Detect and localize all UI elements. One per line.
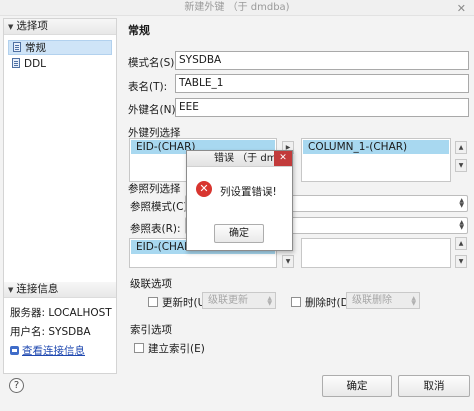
dialog-title: 错误 （于 dm bbox=[214, 153, 277, 164]
main-panel: 常规 模式名(S): SYSDBA 表名(T): TABLE_1 外键名(N):… bbox=[121, 18, 471, 374]
fk-target-columns-list[interactable]: COLUMN_1-(CHAR) bbox=[301, 138, 451, 182]
index-label: 索引选项 bbox=[130, 324, 172, 336]
ref-schema-label: 参照模式(C): bbox=[130, 201, 192, 213]
on-delete-checkbox[interactable] bbox=[291, 297, 301, 307]
ok-button[interactable]: 确定 bbox=[322, 375, 392, 397]
move-up-button[interactable]: ▲ bbox=[455, 141, 467, 154]
sidebar-section-header[interactable]: ▼ 选择项 bbox=[4, 19, 116, 35]
table-field[interactable]: TABLE_1 bbox=[175, 74, 469, 93]
user-info: 用户名: SYSDBA bbox=[10, 326, 91, 338]
connection-section-label: 连接信息 bbox=[16, 283, 59, 295]
sidebar-item-label: 常规 bbox=[25, 42, 46, 54]
schema-label: 模式名(S): bbox=[128, 57, 178, 69]
help-icon[interactable]: ? bbox=[9, 378, 24, 393]
schema-field[interactable]: SYSDBA bbox=[175, 51, 469, 70]
list-item[interactable]: COLUMN_1-(CHAR) bbox=[303, 140, 449, 154]
connection-section-header[interactable]: ▼ 连接信息 bbox=[4, 282, 116, 298]
create-index-label: 建立索引(E) bbox=[148, 343, 205, 355]
document-icon bbox=[12, 58, 20, 68]
connection-info-icon bbox=[10, 346, 19, 355]
ref-move-button[interactable]: ▼ bbox=[282, 255, 294, 268]
collapse-triangle-icon[interactable]: ▼ bbox=[8, 23, 13, 31]
document-icon bbox=[13, 42, 21, 52]
ref-target-columns-list[interactable] bbox=[301, 238, 451, 268]
sidebar: ▼ 选择项 常规 DDL ▼ 连接信息 服务器: LOCALHOST 用户名: SY… bbox=[3, 18, 117, 374]
spin-arrows-icon: ▲ ▼ bbox=[267, 295, 272, 307]
spin-arrows-icon: ▲ ▼ bbox=[459, 197, 464, 209]
create-index-option[interactable]: 建立索引(E) bbox=[134, 341, 205, 356]
cascade-label: 级联选项 bbox=[130, 278, 172, 290]
dialog-ok-button[interactable]: 确定 bbox=[214, 224, 264, 243]
on-update-select: 级联更新 ▲ ▼ bbox=[202, 292, 276, 309]
ref-table-label: 参照表(R): bbox=[130, 223, 181, 235]
on-update-checkbox[interactable] bbox=[148, 297, 158, 307]
move-down-button[interactable]: ▼ bbox=[455, 159, 467, 172]
window-titlebar: 新建外键 （于 dmdba) ✕ bbox=[0, 0, 474, 16]
on-update-value: 级联更新 bbox=[208, 295, 248, 306]
sidebar-section-label: 选择项 bbox=[16, 20, 48, 32]
spin-arrows-icon: ▲ ▼ bbox=[411, 295, 416, 307]
fk-name-field[interactable]: EEE bbox=[175, 98, 469, 117]
view-connection-link[interactable]: 查看连接信息 bbox=[10, 343, 85, 358]
sidebar-item-general[interactable]: 常规 bbox=[8, 40, 112, 55]
on-delete-select: 级联删除 ▲ ▼ bbox=[346, 292, 420, 309]
dialog-message: 列设置错误! bbox=[220, 186, 277, 198]
dialog-close-icon[interactable]: ✕ bbox=[274, 151, 292, 166]
window-title: 新建外键 （于 dmdba) bbox=[184, 2, 290, 13]
on-delete-value: 级联删除 bbox=[352, 295, 392, 306]
view-connection-link-text[interactable]: 查看连接信息 bbox=[22, 345, 85, 357]
server-info: 服务器: LOCALHOST bbox=[10, 307, 112, 319]
ref-move-down-button[interactable]: ▼ bbox=[455, 255, 467, 268]
ref-columns-label: 参照列选择 bbox=[128, 183, 181, 195]
create-index-checkbox[interactable] bbox=[134, 343, 144, 353]
window-close-icon[interactable]: ✕ bbox=[457, 1, 466, 16]
collapse-triangle-icon[interactable]: ▼ bbox=[8, 286, 13, 294]
table-label: 表名(T): bbox=[128, 81, 168, 93]
sidebar-item-ddl[interactable]: DDL bbox=[8, 57, 112, 72]
fk-name-label: 外键名(N): bbox=[128, 104, 180, 116]
error-icon: ✕ bbox=[196, 181, 212, 197]
sidebar-item-label: DDL bbox=[24, 58, 47, 70]
ref-move-up-button[interactable]: ▲ bbox=[455, 237, 467, 250]
page-title: 常规 bbox=[128, 24, 150, 37]
cancel-button[interactable]: 取消 bbox=[398, 375, 470, 397]
spin-arrows-icon: ▲ ▼ bbox=[459, 219, 464, 231]
error-dialog: 错误 （于 dm ✕ ✕ 列设置错误! 确定 bbox=[186, 150, 293, 251]
